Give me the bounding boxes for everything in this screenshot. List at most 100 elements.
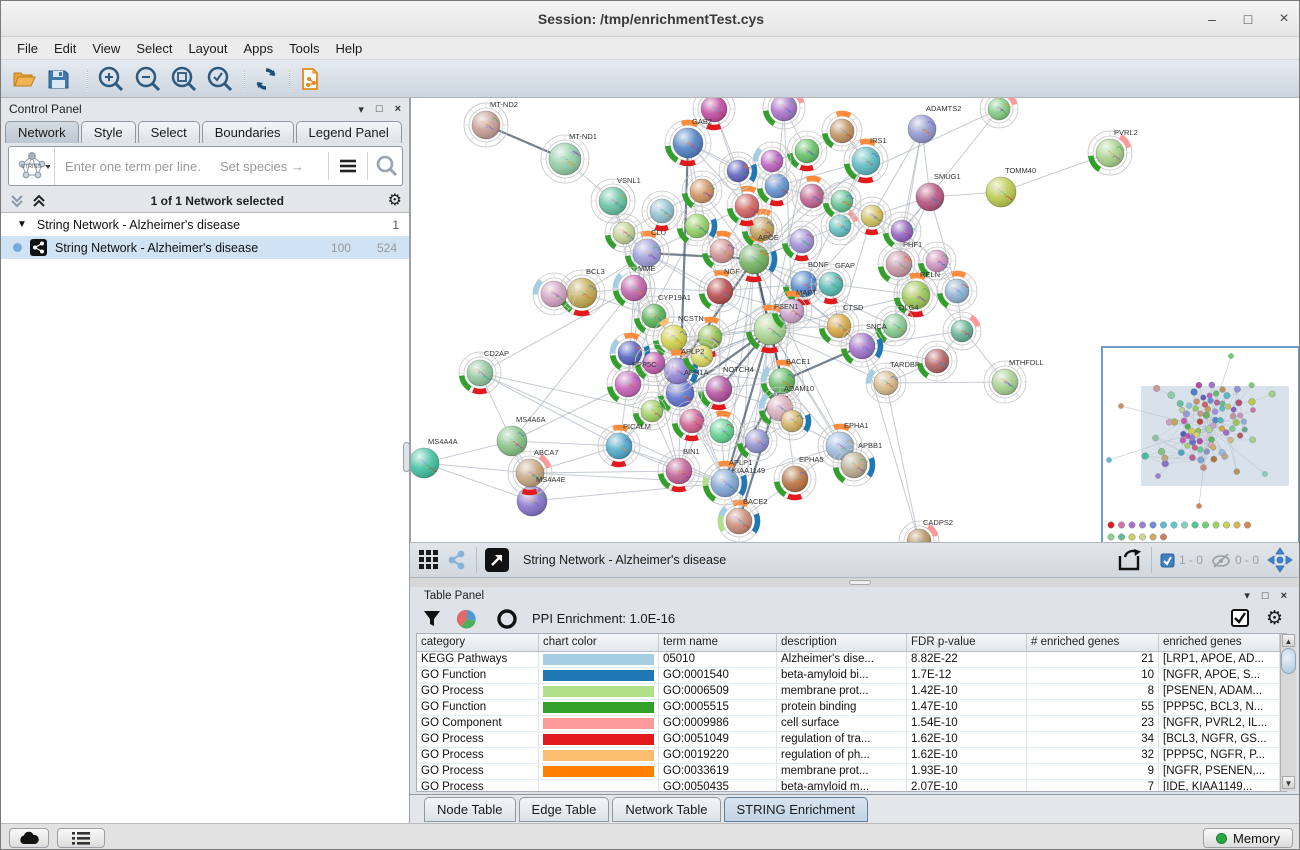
network-from-file-icon[interactable] [297,65,327,93]
menu-item-help[interactable]: Help [328,39,371,58]
table-row[interactable]: GO ProcessGO:0006509membrane prot...1.42… [417,684,1286,700]
network-node-pvrl2[interactable] [1088,131,1132,175]
menu-item-select[interactable]: Select [128,39,180,58]
save-session-icon[interactable] [43,65,73,93]
tree-expand-icon[interactable]: ▼ [17,219,27,230]
network-node[interactable] [642,191,682,231]
string-options-icon[interactable] [333,147,363,185]
network-node[interactable] [917,341,957,381]
maximize-button[interactable]: □ [1237,9,1259,29]
network-node[interactable] [693,98,735,130]
network-node-vsnl1[interactable] [591,179,635,223]
panel-close-icon[interactable]: × [1281,590,1287,602]
tab-select[interactable]: Select [138,121,200,143]
network-options-gear-icon[interactable]: ⚙ [388,193,402,209]
network-node-snca[interactable] [841,325,883,367]
refresh-icon[interactable] [251,65,281,93]
network-node-irs1[interactable] [844,139,888,183]
navigate-move-icon[interactable] [1267,547,1293,573]
network-collection-row[interactable]: ▼ String Network - Alzheimer's disease 1 [1,213,409,236]
network-node[interactable] [943,312,981,350]
network-node-cadps2[interactable] [899,521,939,542]
minimize-button[interactable]: – [1201,9,1223,29]
table-row[interactable]: GO ProcessGO:0051049regulation of tra...… [417,732,1286,748]
close-button[interactable]: × [1273,9,1295,29]
network-node[interactable] [823,182,861,220]
table-scrollbar[interactable]: ▲ ▼ [1280,634,1296,791]
tab-node-table[interactable]: Node Table [424,797,516,822]
panel-collapse-icon[interactable]: ▾ [358,103,364,116]
network-node[interactable] [787,131,827,171]
network-node[interactable] [763,98,805,129]
pie-chart-icon[interactable] [456,608,478,630]
network-node[interactable] [719,152,757,190]
network-node[interactable] [702,411,742,451]
network-node[interactable] [937,271,977,311]
network-node-ms4a6a[interactable] [497,426,527,456]
network-node[interactable] [918,242,956,280]
network-node[interactable] [822,111,862,151]
network-node[interactable] [853,197,891,235]
table-row[interactable]: KEGG Pathways05010Alzheimer's dise...8.8… [417,652,1286,668]
network-node-bace2[interactable] [718,500,760,542]
panel-collapse-icon[interactable]: ▾ [1244,589,1250,602]
memory-button[interactable]: Memory [1203,828,1293,848]
panel-close-icon[interactable]: × [395,103,401,115]
select-all-checkbox-icon[interactable] [1231,609,1250,628]
tab-legend-panel[interactable]: Legend Panel [296,121,402,143]
network-node-ppp5c[interactable] [607,363,649,405]
network-node-aplp1[interactable] [703,461,747,505]
tab-edge-table[interactable]: Edge Table [519,797,610,822]
grid-view-icon[interactable] [418,549,440,571]
network-node-ms4a4a[interactable] [411,448,439,478]
birds-eye-view[interactable] [1101,346,1300,544]
network-node-epha5[interactable] [774,458,816,500]
network-node-adamts2[interactable] [908,115,936,143]
table-row[interactable]: GO ProcessGO:0033619membrane prot...1.93… [417,764,1286,780]
menu-item-file[interactable]: File [9,39,46,58]
network-nodes[interactable] [411,98,1132,542]
network-node-mt-nd2[interactable] [464,103,508,147]
ring-chart-icon[interactable] [496,608,518,630]
tab-boundaries[interactable]: Boundaries [202,121,294,143]
menu-item-edit[interactable]: Edit [46,39,84,58]
network-node-picalm[interactable] [598,425,640,467]
string-query-placeholder[interactable]: Enter one term per line. [55,159,220,174]
string-style-icon[interactable] [446,549,468,571]
tab-string-enrichment[interactable]: STRING Enrichment [724,797,868,822]
network-row[interactable]: String Network - Alzheimer's disease 100… [1,236,409,259]
horizontal-splitter-grip[interactable] [849,580,871,585]
column-header-description[interactable]: description [777,634,907,651]
string-search-icon[interactable] [372,147,402,185]
column-header--enriched-genes[interactable]: # enriched genes [1027,634,1159,651]
panel-float-icon[interactable]: □ [376,103,383,115]
network-node-mme[interactable] [613,267,655,309]
network-node-reln[interactable] [894,273,938,317]
species-selector[interactable]: Set species → [220,159,304,174]
filter-icon[interactable] [422,609,442,629]
automation-cloud-button[interactable] [9,828,49,848]
hidden-eye-icon[interactable] [1211,553,1231,568]
column-header-enriched-genes[interactable]: enriched genes [1159,634,1280,651]
column-header-category[interactable]: category [417,634,539,651]
tab-style[interactable]: Style [81,121,136,143]
table-row[interactable]: GO FunctionGO:0005515protein binding1.47… [417,700,1286,716]
table-row[interactable]: GO ComponentGO:0009986cell surface1.54E-… [417,716,1286,732]
enrichment-settings-gear-icon[interactable]: ⚙ [1266,609,1283,628]
open-file-icon[interactable] [9,65,39,93]
export-network-icon[interactable] [1117,548,1143,572]
zoom-in-icon[interactable] [96,65,126,93]
network-node-tomm40[interactable] [986,177,1016,207]
table-row[interactable]: GO ProcessGO:0019220regulation of ph...1… [417,748,1286,764]
zoom-out-icon[interactable] [133,65,163,93]
string-logo-button[interactable]: STRING [9,147,55,185]
network-node-cd2ap[interactable] [459,352,501,394]
panel-float-icon[interactable]: □ [1262,590,1269,602]
zoom-selected-icon[interactable] [205,65,235,93]
selected-checkbox-icon[interactable] [1160,553,1175,568]
column-header-chart-color[interactable]: chart color [539,634,659,651]
expand-all-icon[interactable] [31,193,47,209]
column-header-FDR-p-value[interactable]: FDR p-value [907,634,1027,651]
menu-item-layout[interactable]: Layout [180,39,235,58]
tab-network[interactable]: Network [5,121,79,143]
